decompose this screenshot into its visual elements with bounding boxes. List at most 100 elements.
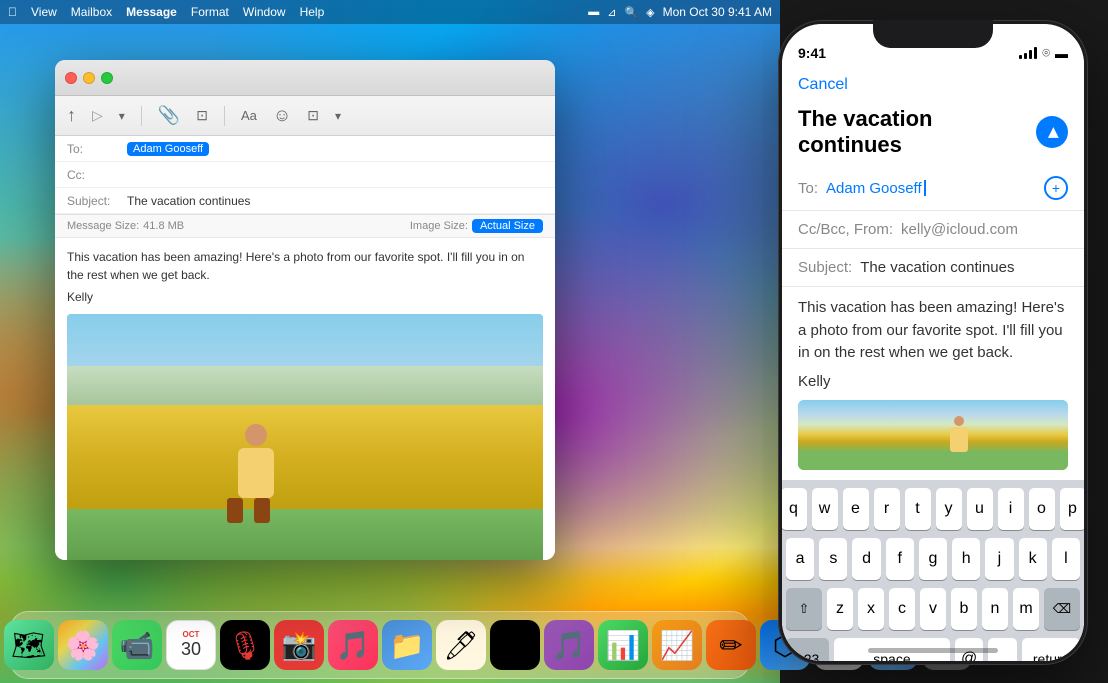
- mail-fields: To: Adam Gooseff Cc: Subject: The vacati…: [55, 136, 555, 215]
- iphone-mail-body[interactable]: This vacation has been amazing! Here's a…: [782, 287, 1084, 480]
- close-button[interactable]: [65, 72, 77, 84]
- dock-photo-booth[interactable]: 📸: [274, 620, 324, 670]
- dock-music[interactable]: 🎵: [328, 620, 378, 670]
- to-recipient[interactable]: Adam Gooseff: [127, 142, 209, 156]
- menubar-right: ▬ ⊿ 🔍 ◈ Mon Oct 30 9:41 AM: [588, 5, 772, 19]
- cancel-button[interactable]: Cancel: [798, 76, 848, 94]
- emoji-icon[interactable]: ☺: [273, 105, 291, 126]
- battery-icon: ▬: [588, 6, 599, 18]
- key-u[interactable]: u: [967, 488, 993, 530]
- iphone-cc-label: Cc/Bcc, From:: [798, 221, 893, 238]
- signal-icon: [1019, 47, 1037, 59]
- menu-window[interactable]: Window: [243, 5, 286, 19]
- wifi-icon: ⊿: [607, 6, 616, 19]
- iphone-subject-field-row[interactable]: Subject: The vacation continues: [782, 249, 1084, 287]
- send-button[interactable]: ▶: [1036, 116, 1068, 148]
- key-d[interactable]: d: [852, 538, 880, 580]
- dock-voice-memos[interactable]: 🎙: [220, 620, 270, 670]
- dock-photos[interactable]: 🌸: [58, 620, 108, 670]
- dock-podcasts[interactable]: 🎵: [544, 620, 594, 670]
- menu-mailbox[interactable]: Mailbox: [71, 5, 112, 19]
- key-shift[interactable]: ⇧: [786, 588, 822, 630]
- key-r[interactable]: r: [874, 488, 900, 530]
- iphone-subject-text: The vacation continues: [798, 106, 1036, 158]
- key-i[interactable]: i: [998, 488, 1024, 530]
- iphone-keyboard: q w e r t y u i o p a s d f g h: [782, 480, 1084, 662]
- dock-keynote[interactable]: 📈: [652, 620, 702, 670]
- menu-view[interactable]: View: [31, 5, 57, 19]
- dock-facetime[interactable]: 📹: [112, 620, 162, 670]
- attachment-icon[interactable]: 📎: [158, 105, 180, 126]
- more-icon[interactable]: ⊡: [307, 107, 319, 124]
- chevron-down-icon[interactable]: ▾: [119, 109, 125, 123]
- image-size-label: Image Size:: [410, 220, 468, 232]
- key-return[interactable]: return: [1022, 638, 1080, 662]
- to-field-row[interactable]: To: Adam Gooseff: [55, 136, 555, 162]
- dock-numbers[interactable]: 📊: [598, 620, 648, 670]
- key-s[interactable]: s: [819, 538, 847, 580]
- dock-freeform[interactable]: 🖊: [436, 620, 486, 670]
- dock-pages[interactable]: ✏: [706, 620, 756, 670]
- send-icon[interactable]: ↑: [67, 105, 76, 126]
- iphone-notch: [873, 20, 993, 48]
- apple-menu[interactable]: : [8, 5, 17, 19]
- key-e[interactable]: e: [843, 488, 869, 530]
- key-n[interactable]: n: [982, 588, 1008, 630]
- siri-icon[interactable]: ◈: [646, 6, 654, 19]
- menubar-left:  View Mailbox Message Format Window Hel…: [8, 5, 324, 19]
- iphone-cc-row[interactable]: Cc/Bcc, From: kelly@icloud.com: [782, 211, 1084, 249]
- menu-format[interactable]: Format: [191, 5, 229, 19]
- menu-help[interactable]: Help: [300, 5, 325, 19]
- mail-titlebar: [55, 60, 555, 96]
- menu-message[interactable]: Message: [126, 5, 177, 19]
- key-k[interactable]: k: [1019, 538, 1047, 580]
- iphone-to-row[interactable]: To: Adam Gooseff +: [782, 166, 1084, 211]
- add-recipient-button[interactable]: +: [1044, 176, 1068, 200]
- subject-field-row[interactable]: Subject: The vacation continues: [55, 188, 555, 214]
- dock-appletv[interactable]: ▶: [490, 620, 540, 670]
- to-label: To:: [67, 142, 127, 156]
- wifi-icon: ⌾: [1042, 45, 1050, 61]
- maximize-button[interactable]: [101, 72, 113, 84]
- key-v[interactable]: v: [920, 588, 946, 630]
- key-a[interactable]: a: [786, 538, 814, 580]
- dock-maps[interactable]: 🗺: [4, 620, 54, 670]
- dropdown-icon[interactable]: ▾: [335, 109, 341, 123]
- key-x[interactable]: x: [858, 588, 884, 630]
- dock-files[interactable]: 📁: [382, 620, 432, 670]
- dock-calendar[interactable]: OCT 30: [166, 620, 216, 670]
- key-g[interactable]: g: [919, 538, 947, 580]
- key-f[interactable]: f: [886, 538, 914, 580]
- mail-body[interactable]: This vacation has been amazing! Here's a…: [55, 238, 555, 560]
- home-indicator: [868, 648, 998, 653]
- menubar:  View Mailbox Message Format Window Hel…: [0, 0, 780, 24]
- dock: ⊞ 🧭 💬 ✉ 🗺 🌸 📹 OCT 30 🎙 📸 🎵 📁 🖊 ▶ 🎵 📊 📈 ✏…: [10, 611, 750, 679]
- back-icon[interactable]: ▷: [92, 107, 103, 124]
- format-icon[interactable]: Aa: [241, 108, 257, 123]
- image-size-button[interactable]: Actual Size: [472, 219, 543, 233]
- message-size-row: Message Size: 41.8 MB Image Size: Actual…: [55, 215, 555, 238]
- key-y[interactable]: y: [936, 488, 962, 530]
- key-b[interactable]: b: [951, 588, 977, 630]
- key-w[interactable]: w: [812, 488, 838, 530]
- key-j[interactable]: j: [985, 538, 1013, 580]
- key-h[interactable]: h: [952, 538, 980, 580]
- key-q[interactable]: q: [782, 488, 807, 530]
- text-cursor: [924, 180, 926, 196]
- iphone-to-label: To:: [798, 180, 818, 197]
- cc-field-row[interactable]: Cc:: [55, 162, 555, 188]
- key-l[interactable]: l: [1052, 538, 1080, 580]
- key-p[interactable]: p: [1060, 488, 1085, 530]
- minimize-button[interactable]: [83, 72, 95, 84]
- key-c[interactable]: c: [889, 588, 915, 630]
- search-icon[interactable]: 🔍: [624, 6, 638, 19]
- key-delete[interactable]: ⌫: [1044, 588, 1080, 630]
- photo-icon[interactable]: ⊡: [196, 107, 208, 124]
- key-t[interactable]: t: [905, 488, 931, 530]
- key-z[interactable]: z: [827, 588, 853, 630]
- photo-landscape-bg: [67, 314, 543, 560]
- key-o[interactable]: o: [1029, 488, 1055, 530]
- keyboard-row-3: ⇧ z x c v b n m ⌫: [786, 588, 1080, 630]
- key-m[interactable]: m: [1013, 588, 1039, 630]
- iphone-from-value: kelly@icloud.com: [901, 221, 1018, 238]
